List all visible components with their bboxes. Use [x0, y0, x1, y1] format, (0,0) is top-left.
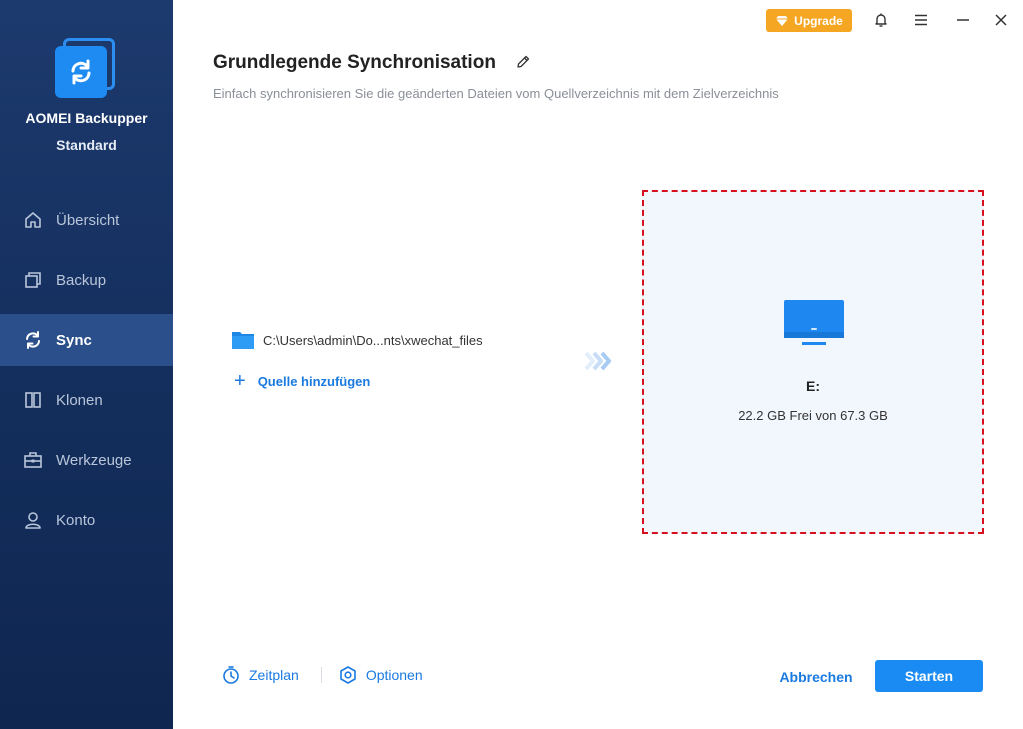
- app-edition: Standard: [56, 137, 117, 153]
- app-name: AOMEI Backupper: [25, 110, 148, 126]
- add-source-label: Quelle hinzufügen: [257, 373, 371, 389]
- folder-icon: [231, 330, 255, 350]
- sidebar-item-sync[interactable]: Sync: [0, 314, 173, 366]
- app-logo: [55, 38, 117, 100]
- source-path: C:\Users\admin\Do...nts\xwechat_files: [263, 332, 483, 348]
- sync-icon: [22, 329, 44, 351]
- sidebar-item-label: Konto: [56, 511, 96, 529]
- options-label: Optionen: [365, 667, 423, 683]
- destination-name: E:: [806, 378, 820, 394]
- monitor-icon: [783, 298, 845, 350]
- footer-options: Zeitplan Optionen: [221, 665, 423, 685]
- timer-icon: [221, 665, 241, 685]
- minimize-icon[interactable]: [953, 10, 973, 30]
- sync-logo-icon: [55, 46, 107, 98]
- sidebar-nav: Übersicht Backup Sync Klonen Werkzeuge K…: [0, 190, 173, 550]
- options-gear-icon: [338, 665, 358, 685]
- edit-pencil-icon[interactable]: [515, 54, 531, 70]
- backup-icon: [22, 269, 44, 291]
- add-source-button[interactable]: + Quelle hinzufügen: [234, 370, 371, 392]
- sidebar-item-label: Werkzeuge: [56, 451, 132, 469]
- upgrade-button[interactable]: Upgrade: [766, 9, 852, 32]
- diamond-icon: [775, 15, 789, 27]
- destination-free-space: 22.2 GB Frei von 67.3 GB: [738, 408, 888, 423]
- divider: [320, 667, 322, 683]
- close-icon[interactable]: [991, 10, 1011, 30]
- start-button[interactable]: Starten: [875, 660, 983, 692]
- schedule-label: Zeitplan: [249, 667, 299, 683]
- sidebar: AOMEI Backupper Standard Übersicht Backu…: [0, 0, 173, 729]
- sidebar-item-label: Backup: [56, 271, 107, 289]
- sidebar-item-label: Sync: [56, 331, 92, 349]
- sidebar-item-klonen[interactable]: Klonen: [0, 370, 173, 430]
- direction-arrows-icon: [583, 350, 615, 372]
- toolbox-icon: [22, 449, 44, 471]
- page-title: Grundlegende Synchronisation: [213, 52, 496, 73]
- plus-icon: +: [234, 370, 246, 392]
- upgrade-label: Upgrade: [794, 13, 843, 28]
- user-icon: [22, 509, 44, 531]
- sidebar-item-backup[interactable]: Backup: [0, 250, 173, 310]
- home-icon: [22, 209, 44, 231]
- sidebar-item-konto[interactable]: Konto: [0, 490, 173, 550]
- source-item[interactable]: C:\Users\admin\Do...nts\xwechat_files: [231, 330, 483, 350]
- options-button[interactable]: Optionen: [338, 665, 423, 685]
- bell-icon[interactable]: [871, 10, 891, 30]
- cancel-button[interactable]: Abbrechen: [768, 665, 864, 689]
- sidebar-item-label: Übersicht: [56, 211, 120, 229]
- sidebar-item-uebersicht[interactable]: Übersicht: [0, 190, 173, 250]
- clone-icon: [22, 389, 44, 411]
- sidebar-item-label: Klonen: [56, 391, 103, 409]
- menu-icon[interactable]: [911, 10, 931, 30]
- sidebar-item-werkzeuge[interactable]: Werkzeuge: [0, 430, 173, 490]
- destination-box[interactable]: E: 22.2 GB Frei von 67.3 GB: [642, 190, 984, 534]
- page-subtitle: Einfach synchronisieren Sie die geändert…: [213, 86, 779, 101]
- schedule-button[interactable]: Zeitplan: [221, 665, 299, 685]
